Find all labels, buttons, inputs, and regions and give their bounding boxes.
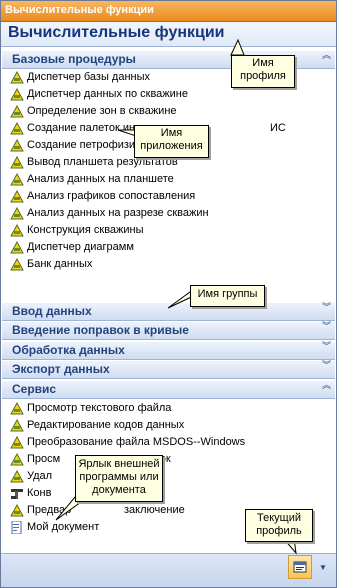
callout-line: профиля bbox=[240, 70, 286, 82]
callout-line: Ярлык внешней bbox=[78, 458, 160, 470]
callout-line: профиль bbox=[256, 525, 302, 537]
callout-line: Имя группы bbox=[197, 288, 258, 300]
callout-line: документа bbox=[92, 484, 146, 496]
callout-profile-name: Имя профиля bbox=[231, 55, 295, 88]
callout-line: Имя bbox=[160, 127, 183, 139]
callout-external-shortcut: Ярлык внешней программы или документа bbox=[75, 455, 163, 502]
callout-app-name: Имя приложения bbox=[134, 125, 209, 158]
callout-line: приложения bbox=[140, 140, 203, 152]
callout-line: Имя bbox=[252, 57, 274, 69]
callout-line: программы или bbox=[79, 471, 159, 483]
callout-line: Текущий bbox=[257, 512, 301, 524]
callout-group-name: Имя группы bbox=[190, 285, 265, 307]
callout-current-profile: Текущий профиль bbox=[245, 509, 313, 542]
callout-pointers bbox=[55, 38, 297, 555]
